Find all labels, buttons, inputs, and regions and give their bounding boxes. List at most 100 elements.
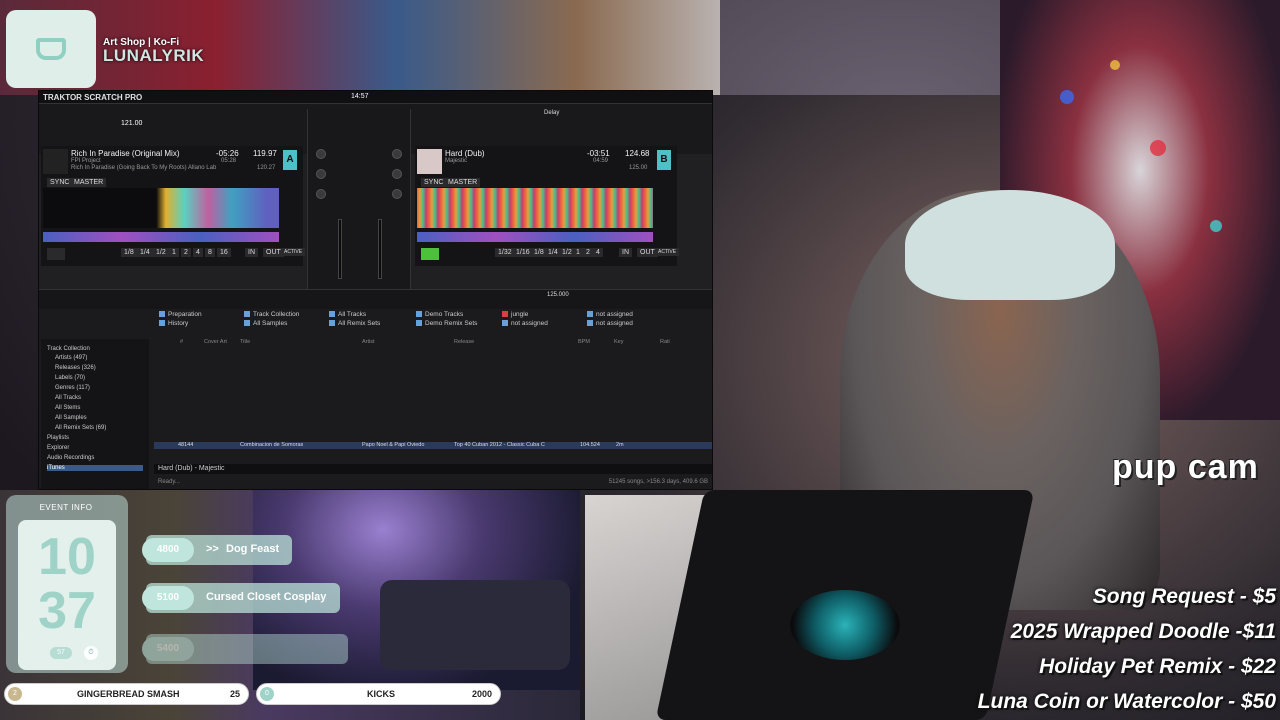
tree-item[interactable]: Explorer (47, 445, 69, 451)
deck-a-letter: A (283, 150, 297, 170)
gain-knob[interactable] (392, 149, 402, 159)
loop-size[interactable]: 1 (573, 248, 583, 257)
loop-size[interactable]: 1/8 (121, 248, 137, 257)
goal-bar: 2 GINGERBREAD SMASH 25 (4, 683, 249, 705)
loop-size[interactable]: 8 (205, 248, 215, 257)
loop-size[interactable]: 2 (181, 248, 191, 257)
favorite-item[interactable]: Track Collection (244, 311, 299, 318)
play-button[interactable] (47, 248, 65, 260)
deck-b: Hard (Dub) Majestic -03:51 124.68 04:59 … (415, 146, 680, 266)
eq-knob[interactable] (316, 169, 326, 179)
light-bokeh (1060, 90, 1074, 104)
column-header[interactable]: Cover Art (204, 339, 227, 345)
goal-badge: 0 (260, 687, 274, 701)
favorite-item[interactable]: not assigned (587, 311, 633, 318)
column-header[interactable]: Title (240, 339, 250, 345)
favorite-item[interactable]: All Samples (244, 320, 287, 327)
in-button[interactable]: IN (245, 248, 258, 257)
sync-button[interactable]: SYNC (47, 178, 73, 187)
eq-knob[interactable] (392, 169, 402, 179)
table-row[interactable] (154, 421, 712, 428)
goal-label: KICKS (367, 689, 396, 699)
deck-a-artist: FPI Project (71, 158, 101, 164)
tree-item[interactable]: Genres (117) (55, 385, 90, 391)
eq-knob[interactable] (316, 189, 326, 199)
tree-item[interactable]: Labels (70) (55, 375, 85, 381)
loop-size[interactable]: 4 (593, 248, 603, 257)
waveform[interactable] (43, 188, 279, 228)
tree-item[interactable]: Track Collection (47, 346, 90, 352)
track-overview[interactable] (417, 232, 653, 242)
favorite-item[interactable]: jungle (502, 311, 528, 318)
waveform[interactable] (417, 188, 653, 228)
loop-size[interactable]: 4 (193, 248, 203, 257)
favorite-item[interactable]: not assigned (502, 320, 548, 327)
deck-b-elapsed: 04:59 (593, 158, 609, 164)
column-header[interactable]: Rati (660, 339, 670, 345)
column-header[interactable]: BPM (578, 339, 590, 345)
favorite-item[interactable]: Demo Tracks (416, 311, 463, 318)
table-row[interactable] (154, 412, 712, 419)
column-header[interactable]: Release (454, 339, 474, 345)
deck-lower-controls: 125.000 (39, 289, 712, 309)
channel-fader-b[interactable] (378, 219, 382, 279)
active-button[interactable]: ACTIVE (281, 248, 306, 256)
track-overview[interactable] (43, 232, 279, 242)
column-header[interactable]: Artist (362, 339, 375, 345)
tree-item-itunes[interactable]: iTunes (47, 465, 143, 471)
loop-size[interactable]: 1/4 (137, 248, 153, 257)
clock-icon: ⏱ (84, 646, 98, 660)
loop-size[interactable]: 1/16 (513, 248, 533, 257)
menu-item: Holiday Pet Remix - $22 (1039, 655, 1276, 678)
tree-item[interactable]: Releases (326) (55, 365, 96, 371)
play-button[interactable] (421, 248, 439, 260)
master-button[interactable]: MASTER (445, 178, 481, 187)
channel-fader-a[interactable] (338, 219, 342, 279)
sync-button[interactable]: SYNC (421, 178, 447, 187)
favorite-item[interactable]: All Tracks (329, 311, 366, 318)
master-tempo[interactable]: 121.00 (121, 120, 142, 127)
tree-item[interactable]: All Stems (55, 405, 80, 411)
column-header[interactable]: Key (614, 339, 623, 345)
event-hour: 10 (38, 528, 96, 586)
loop-size[interactable]: 1/32 (495, 248, 515, 257)
gain-knob[interactable] (316, 149, 326, 159)
event-minute: 37 (38, 582, 96, 640)
favorite-item[interactable]: Demo Remix Sets (416, 320, 477, 327)
eq-knob[interactable] (392, 189, 402, 199)
tree-item[interactable]: All Remix Sets (69) (55, 425, 106, 431)
table-row[interactable] (154, 430, 712, 437)
goal-badge: 2 (8, 687, 22, 701)
fx-select[interactable]: Delay (544, 110, 559, 116)
loop-size[interactable]: 1 (169, 248, 179, 257)
loop-size[interactable]: 16 (217, 248, 231, 257)
master-button[interactable]: MASTER (71, 178, 107, 187)
tree-item[interactable]: Playlists (47, 435, 69, 441)
column-header[interactable]: # (180, 339, 183, 345)
table-row[interactable] (154, 376, 712, 383)
tempo-field[interactable]: 125.000 (547, 292, 569, 298)
reward-pill: 5100 Cursed Closet Cosplay (142, 583, 340, 613)
reward-label: Cursed Closet Cosplay (206, 591, 327, 603)
loop-size[interactable]: 1/2 (153, 248, 169, 257)
table-row[interactable] (154, 403, 712, 410)
table-row[interactable] (154, 358, 712, 365)
tree-item[interactable]: All Tracks (55, 395, 81, 401)
in-button[interactable]: IN (619, 248, 632, 257)
favorite-item[interactable]: not assigned (587, 320, 633, 327)
favorite-item[interactable]: History (159, 320, 188, 327)
favorite-item[interactable]: All Remix Sets (329, 320, 380, 327)
favorite-item[interactable]: Preparation (159, 311, 202, 318)
deck-a: Rich In Paradise (Original Mix) FPI Proj… (41, 146, 306, 266)
table-row[interactable] (154, 367, 712, 374)
tree-item[interactable]: Artists (497) (55, 355, 87, 361)
table-row[interactable] (154, 394, 712, 401)
tree-item[interactable]: Audio Recordings (47, 455, 94, 461)
active-button[interactable]: ACTIVE (655, 248, 680, 256)
mixer (307, 109, 411, 299)
table-row[interactable] (154, 385, 712, 392)
table-row-selected[interactable]: 48144 Combinacion de Somoras Papo Noel &… (154, 442, 712, 449)
table-row[interactable] (154, 349, 712, 356)
loop-size[interactable]: 2 (583, 248, 593, 257)
tree-item[interactable]: All Samples (55, 415, 87, 421)
